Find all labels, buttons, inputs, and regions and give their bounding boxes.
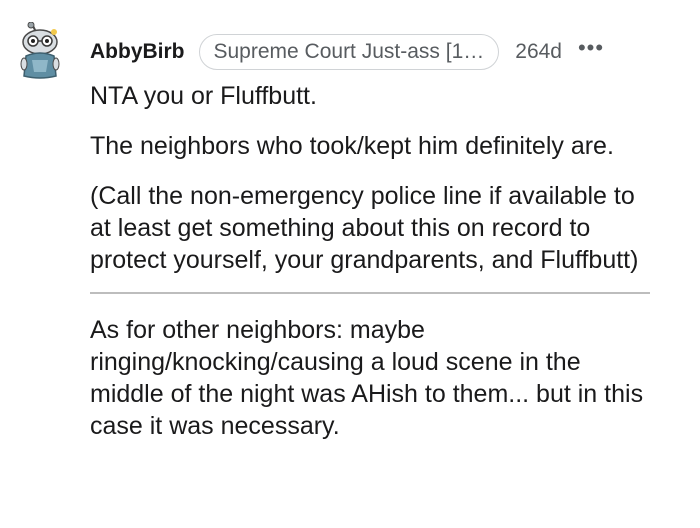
comment-paragraph: The neighbors who took/kept him definite… [90,132,614,160]
comment-body: NTA you or Fluffbutt. The neighbors who … [90,80,660,442]
comment-age: 264d [515,40,562,63]
comment-header: AbbyBirb Supreme Court Just-ass [1… 264d… [90,32,680,72]
user-flair[interactable]: Supreme Court Just-ass [1… [198,34,500,70]
more-horizontal-icon[interactable]: ••• [578,37,604,59]
avatar[interactable] [16,21,62,80]
comment-paragraph: NTA you or Fluffbutt. [90,82,317,110]
horizontal-divider [90,292,650,294]
snoo-avatar-icon [20,21,60,79]
comment-paragraph: (Call the non-emergency police line if a… [90,182,639,274]
comment-paragraph: As for other neighbors: maybe ringing/kn… [90,316,644,440]
author-username[interactable]: AbbyBirb [90,40,185,64]
